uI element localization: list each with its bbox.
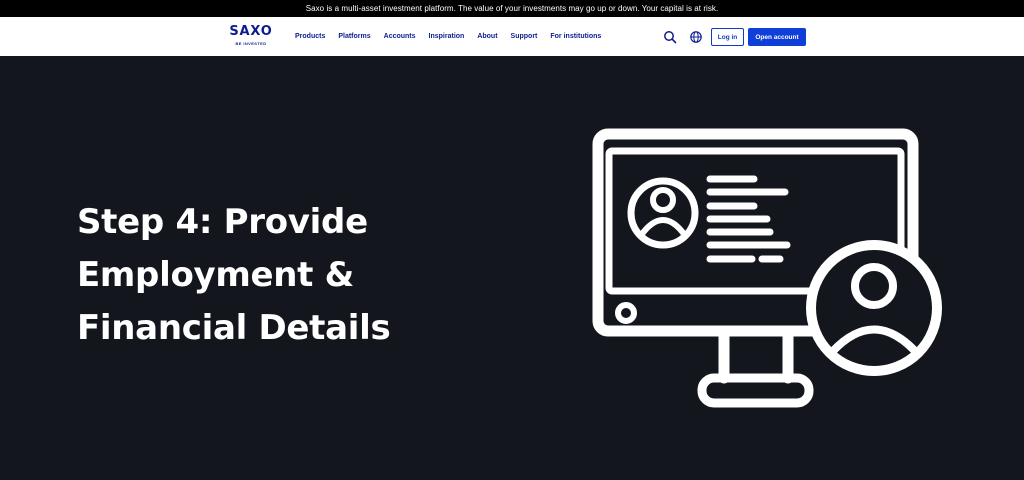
nav-item-accounts[interactable]: Accounts: [384, 33, 416, 40]
search-icon[interactable]: [663, 30, 677, 44]
hero-title: Step 4: Provide Employment & Financial D…: [77, 196, 457, 355]
hero-title-line-1: Step 4: Provide: [77, 202, 368, 242]
hero-title-line-2: Employment &: [77, 255, 354, 295]
nav-item-products[interactable]: Products: [295, 33, 325, 40]
top-navigation: SAXO BE INVESTED Products Platforms Acco…: [0, 17, 1024, 56]
nav-item-support[interactable]: Support: [511, 33, 538, 40]
globe-icon[interactable]: [689, 30, 703, 44]
nav-item-about[interactable]: About: [477, 33, 497, 40]
nav-item-inspiration[interactable]: Inspiration: [429, 33, 465, 40]
main-menu: Products Platforms Accounts Inspiration …: [295, 17, 614, 56]
monitor-profile-icon: [592, 128, 942, 408]
nav-item-platforms[interactable]: Platforms: [338, 33, 370, 40]
logo-wordmark: SAXO: [229, 24, 273, 39]
open-account-button[interactable]: Open account: [748, 28, 806, 46]
nav-item-for-institutions[interactable]: For institutions: [550, 33, 601, 40]
saxo-logo[interactable]: SAXO BE INVESTED: [228, 25, 274, 49]
logo-tagline: BE INVESTED: [235, 41, 267, 46]
risk-warning-banner: Saxo is a multi-asset investment platfor…: [0, 0, 1024, 17]
hero-title-line-3: Financial Details: [77, 308, 391, 348]
risk-warning-text: Saxo is a multi-asset investment platfor…: [305, 4, 719, 13]
login-button[interactable]: Log in: [711, 28, 744, 46]
